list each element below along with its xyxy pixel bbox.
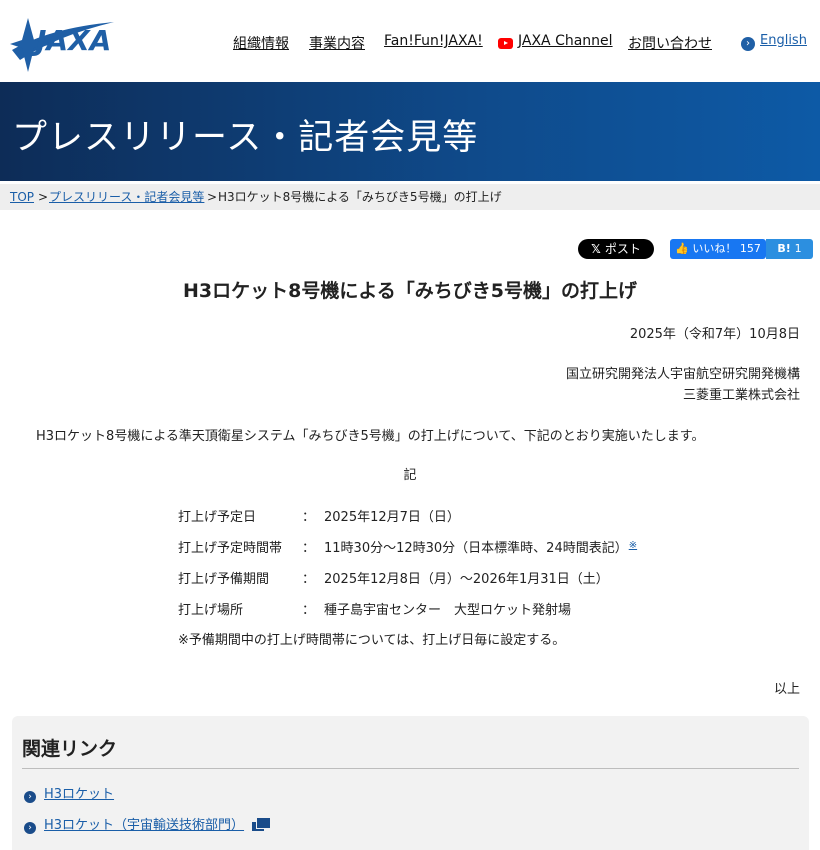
related-link-item: › H3ロケット xyxy=(24,783,114,803)
x-icon: 𝕏 xyxy=(591,242,605,256)
hatena-label: B! xyxy=(777,242,791,255)
english-link[interactable]: › English xyxy=(741,33,807,51)
end-mark: 以上 xyxy=(773,682,800,697)
page-banner: プレスリリース・記者会見等 xyxy=(0,82,820,181)
row-colon: ： xyxy=(302,541,316,556)
breadcrumb-current: H3ロケット8号機による「みちびき5号機」の打上げ xyxy=(218,190,502,204)
thumbs-up-icon: 👍 xyxy=(675,242,693,255)
youtube-icon xyxy=(498,36,518,52)
launch-window-label: 打上げ予定時間帯 xyxy=(178,541,283,556)
backup-period-value: 2025年12月8日（月）～2026年1月31日（土） xyxy=(324,572,609,587)
row-colon: ： xyxy=(302,510,316,525)
article-title: H3ロケット8号機による「みちびき5号機」の打上げ xyxy=(183,280,637,302)
divider xyxy=(22,768,799,769)
launch-site-label: 打上げ場所 xyxy=(178,603,244,618)
launch-window-value: 11時30分～12時30分（日本標準時、24時間表記）※ xyxy=(324,537,637,556)
facebook-like-button[interactable]: 👍 いいね！ 157 xyxy=(670,239,766,259)
breadcrumb-separator: > xyxy=(207,190,218,204)
breadcrumb-separator: > xyxy=(38,190,49,204)
breadcrumb: TOP > プレスリリース・記者会見等 > H3ロケット8号機による「みちびき5… xyxy=(0,184,820,210)
breadcrumb-press-release[interactable]: プレスリリース・記者会見等 xyxy=(49,184,204,210)
note-link[interactable]: ※ xyxy=(629,540,637,551)
x-post-label: ポスト xyxy=(604,242,641,256)
related-link-h3-space-transport[interactable]: H3ロケット（宇宙輸送技術部門） xyxy=(44,818,244,833)
ki-heading: 記 xyxy=(403,468,417,483)
org-mhi: 三菱重工業株式会社 xyxy=(682,388,800,403)
fb-like-count: 157 xyxy=(739,242,761,255)
chevron-right-icon: › xyxy=(741,37,755,51)
backup-note: ※予備期間中の打上げ時間帯については、打上げ日毎に設定する。 xyxy=(178,633,566,648)
x-post-button[interactable]: 𝕏 ポスト xyxy=(578,239,654,259)
chevron-right-icon: › xyxy=(24,791,36,803)
article-date: 2025年（令和7年）10月8日 xyxy=(629,327,800,342)
launch-window-text: 11時30分～12時30分（日本標準時、24時間表記） xyxy=(324,541,628,556)
launch-date-value: 2025年12月7日（日） xyxy=(324,510,460,525)
fb-like-label: いいね！ xyxy=(692,242,737,255)
related-links-title: 関連リンク xyxy=(22,738,118,760)
nav-fanfun[interactable]: Fan!Fun!JAXA! xyxy=(384,33,483,49)
launch-date-label: 打上げ予定日 xyxy=(178,510,257,525)
related-link-h3[interactable]: H3ロケット xyxy=(44,787,114,802)
hatena-bookmark-button[interactable]: B! 1 xyxy=(766,239,813,259)
hatena-count: 1 xyxy=(794,242,802,255)
related-link-item: › H3ロケット（宇宙輸送技術部門） xyxy=(24,814,271,834)
launch-site-value: 種子島宇宙センター 大型ロケット発射場 xyxy=(324,603,572,618)
nav-jaxa-channel[interactable]: JAXA Channel xyxy=(518,33,613,49)
breadcrumb-top[interactable]: TOP xyxy=(10,184,34,210)
external-window-icon xyxy=(252,818,271,832)
related-links: 関連リンク › H3ロケット › H3ロケット（宇宙輸送技術部門） xyxy=(12,716,809,850)
nav-business[interactable]: 事業内容 xyxy=(309,33,365,53)
article-intro: H3ロケット8号機による準天頂衛星システム「みちびき5号機」の打上げについて、下… xyxy=(36,429,705,444)
chevron-right-icon: › xyxy=(24,822,36,834)
nav-organization[interactable]: 組織情報 xyxy=(233,33,289,53)
nav-contact[interactable]: お問い合わせ xyxy=(628,33,712,53)
row-colon: ： xyxy=(302,603,316,618)
org-jaxa: 国立研究開発法人宇宙航空研究開発機構 xyxy=(565,367,800,382)
global-nav: 組織情報 事業内容 Fan!Fun!JAXA! JAXA Channel お問い… xyxy=(0,33,820,53)
backup-period-label: 打上げ予備期間 xyxy=(178,572,270,587)
site-header: JAXA 組織情報 事業内容 Fan!Fun!JAXA! JAXA Channe… xyxy=(0,0,820,82)
row-colon: ： xyxy=(302,572,316,587)
banner-title: プレスリリース・記者会見等 xyxy=(12,118,479,158)
english-label: English xyxy=(760,33,807,48)
